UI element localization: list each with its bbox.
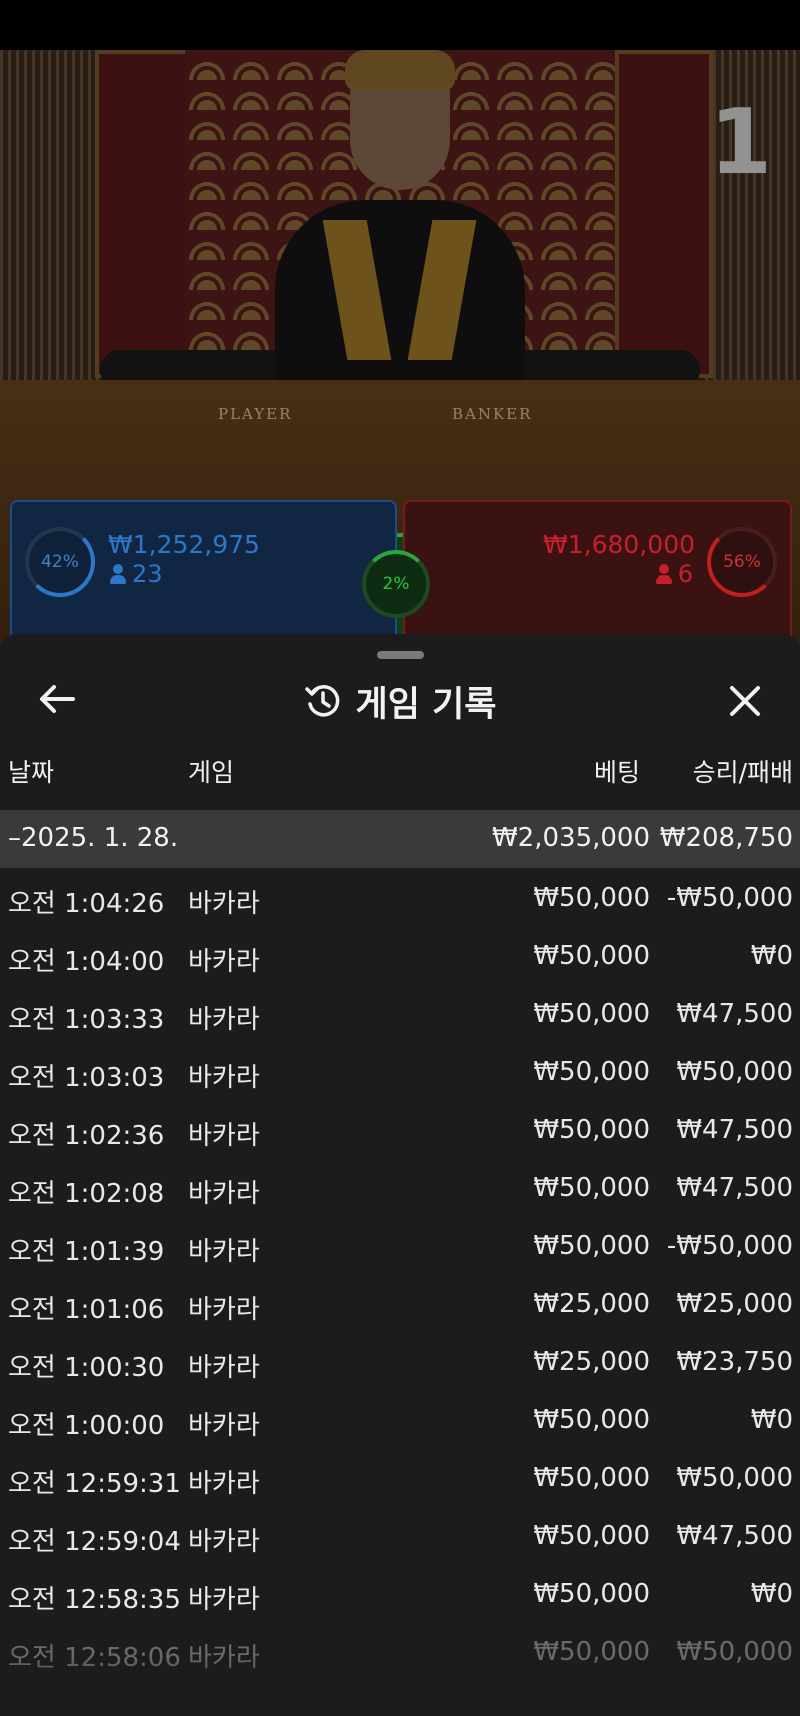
close-button[interactable] [722,678,768,724]
row-bet: ₩50,000 [533,883,650,913]
row-time: 오전 1:03:33 [8,1005,165,1035]
row-game: 바카라 [188,1179,260,1209]
drag-handle[interactable] [377,651,424,659]
row-win-loss: ₩47,500 [676,1115,793,1145]
history-row[interactable]: 오전 1:00:30 바카라 ₩25,000 ₩23,750 [0,1332,800,1390]
row-bet: ₩50,000 [533,1173,650,1203]
row-bet: ₩50,000 [533,1579,650,1609]
row-bet: ₩50,000 [533,1057,650,1087]
row-time: 오전 1:02:36 [8,1121,165,1151]
row-time: 오전 12:59:31 [8,1469,181,1499]
row-time: 오전 1:03:03 [8,1063,165,1093]
row-bet: ₩25,000 [533,1347,650,1377]
history-row[interactable]: 오전 1:02:08 바카라 ₩50,000 ₩47,500 [0,1158,800,1216]
history-row[interactable]: 오전 1:04:00 바카라 ₩50,000 ₩0 [0,926,800,984]
history-row[interactable]: 오전 12:58:35 바카라 ₩50,000 ₩0 [0,1564,800,1622]
column-headers: 날짜 게임 베팅 승리/패배 [0,753,800,793]
row-time: 오전 1:04:26 [8,889,165,919]
sheet-title: 게임 기록 [355,684,497,725]
row-bet: ₩50,000 [533,941,650,971]
row-bet: ₩50,000 [533,1463,650,1493]
player-bettor-count: 23 [110,560,163,588]
row-time: 오전 1:00:30 [8,1353,165,1383]
row-game: 바카라 [188,1295,260,1325]
row-win-loss: ₩47,500 [676,1521,793,1551]
history-row[interactable]: 오전 12:59:04 바카라 ₩50,000 ₩47,500 [0,1506,800,1564]
row-game: 바카라 [188,1411,260,1441]
sheet-header: 게임 기록 [0,678,800,725]
banker-bet-area[interactable]: 56% ₩1,680,000 6 [403,500,792,654]
row-win-loss: ₩0 [750,1579,793,1609]
player-percent-ring: 42% [25,527,95,597]
summary-win-loss-total: ₩208,750 [659,823,793,853]
summary-date: –2025. 1. 28. [8,823,179,853]
history-row[interactable]: 오전 1:04:26 바카라 ₩50,000 -₩50,000 [0,868,800,926]
row-time: 오전 1:04:00 [8,947,165,977]
row-game: 바카라 [188,1005,260,1035]
row-game: 바카라 [188,1237,260,1267]
banker-bettor-count: 6 [655,560,693,588]
row-win-loss: ₩25,000 [676,1289,793,1319]
row-bet: ₩50,000 [533,1521,650,1551]
row-win-loss: ₩0 [750,941,793,971]
date-summary-row[interactable]: –2025. 1. 28. ₩2,035,000 ₩208,750 [0,810,800,868]
row-win-loss: ₩50,000 [676,1057,793,1087]
history-row[interactable]: 오전 1:03:03 바카라 ₩50,000 ₩50,000 [0,1042,800,1100]
banker-total-amount: ₩1,680,000 [543,530,695,559]
row-game: 바카라 [188,1527,260,1557]
player-count-value: 23 [132,560,163,588]
row-game: 바카라 [188,1063,260,1093]
row-time: 오전 1:00:00 [8,1411,165,1441]
column-header-bet: 베팅 [593,758,640,787]
row-time: 오전 1:02:08 [8,1179,165,1209]
row-win-loss: ₩50,000 [676,1463,793,1493]
history-row[interactable]: 오전 1:01:06 바카라 ₩25,000 ₩25,000 [0,1274,800,1332]
column-header-game: 게임 [188,758,235,787]
banker-percent-ring: 56% [707,527,777,597]
user-icon [110,564,126,584]
row-bet: ₩25,000 [533,1289,650,1319]
summary-bet-total: ₩2,035,000 [491,823,650,853]
history-list: 오전 1:04:26 바카라 ₩50,000 -₩50,000 오전 1:04:00 바… [0,868,800,1680]
row-game: 바카라 [188,947,260,977]
row-win-loss: -₩50,000 [666,883,793,913]
row-game: 바카라 [188,889,260,919]
history-icon [304,685,339,717]
row-bet: ₩50,000 [533,999,650,1029]
user-icon [655,564,672,584]
history-row[interactable]: 오전 1:00:00 바카라 ₩50,000 ₩0 [0,1390,800,1448]
row-time: 오전 1:01:06 [8,1295,165,1325]
column-header-win-loss: 승리/패배 [692,758,793,787]
row-game: 바카라 [188,1585,260,1615]
history-row[interactable]: 오전 1:03:33 바카라 ₩50,000 ₩47,500 [0,984,800,1042]
row-time: 오전 1:01:39 [8,1237,165,1267]
banker-count-value: 6 [677,560,693,588]
row-bet: ₩50,000 [533,1115,650,1145]
row-win-loss: ₩23,750 [676,1347,793,1377]
list-fade [0,1656,800,1716]
row-time: 오전 12:59:04 [8,1527,181,1557]
history-row[interactable]: 오전 12:59:31 바카라 ₩50,000 ₩50,000 [0,1448,800,1506]
row-time: 오전 12:58:35 [8,1585,181,1615]
row-game: 바카라 [188,1353,260,1383]
game-history-sheet: 게임 기록 날짜 게임 베팅 승리/패배 –2025. 1. 28. ₩2,03… [0,634,800,1716]
tie-percent-ring: 2% [362,550,430,618]
close-icon [730,686,760,716]
history-row[interactable]: 오전 1:01:39 바카라 ₩50,000 -₩50,000 [0,1216,800,1274]
player-bet-area[interactable]: 42% ₩1,252,975 23 [10,500,397,654]
row-win-loss: ₩47,500 [676,1173,793,1203]
row-game: 바카라 [188,1121,260,1151]
column-header-date: 날짜 [8,758,55,787]
history-row[interactable]: 오전 1:02:36 바카라 ₩50,000 ₩47,500 [0,1100,800,1158]
row-bet: ₩50,000 [533,1231,650,1261]
row-win-loss: ₩0 [750,1405,793,1435]
player-total-amount: ₩1,252,975 [108,530,260,559]
status-bar [0,0,800,50]
row-win-loss: ₩47,500 [676,999,793,1029]
row-game: 바카라 [188,1469,260,1499]
row-bet: ₩50,000 [533,1405,650,1435]
row-win-loss: -₩50,000 [666,1231,793,1261]
